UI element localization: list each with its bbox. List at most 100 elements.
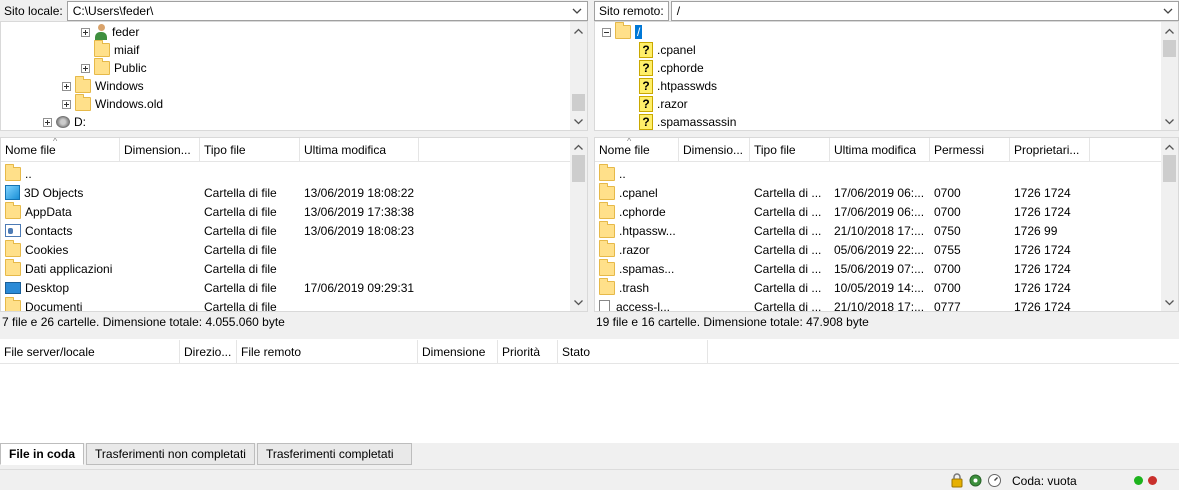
unknown-folder-icon: ? <box>639 60 653 76</box>
tree-item[interactable]: D: <box>43 113 86 130</box>
table-row[interactable]: Desktop Cartella di file 17/06/2019 09:29:… <box>1 278 440 297</box>
column-header-modified[interactable]: Ultima modifica <box>300 138 419 162</box>
tree-item[interactable]: ? .razor <box>639 95 688 113</box>
cell-text: 13/06/2019 17:38:38 <box>304 204 415 219</box>
tree-item[interactable]: / <box>602 22 643 41</box>
tree-item[interactable]: Windows.old <box>62 94 163 113</box>
tree-item[interactable]: ? .htpasswds <box>639 77 717 95</box>
local-path-value: C:\Users\feder\ <box>72 4 154 18</box>
column-header-local-file[interactable]: File server/locale <box>0 340 180 364</box>
speed-limit-icon[interactable] <box>987 473 1002 488</box>
expand-icon[interactable] <box>62 81 71 91</box>
column-header-name[interactable]: ^ Nome file <box>1 138 120 162</box>
tree-item[interactable]: feder <box>81 23 139 41</box>
column-header-permissions[interactable]: Permessi <box>930 138 1010 162</box>
contacts-icon <box>5 224 21 237</box>
column-header-type[interactable]: Tipo file <box>200 138 300 162</box>
expand-icon[interactable] <box>62 99 71 109</box>
expand-icon[interactable] <box>81 63 90 73</box>
expand-icon[interactable] <box>43 117 52 127</box>
scroll-thumb[interactable] <box>1163 155 1176 182</box>
table-row[interactable]: AppData Cartella di file 13/06/2019 17:38:… <box>1 202 440 221</box>
chevron-down-icon[interactable] <box>571 5 583 17</box>
local-path-combo[interactable]: C:\Users\feder\ <box>66 1 588 21</box>
folder-icon <box>615 22 631 39</box>
table-row[interactable]: .razor Cartella di ... 05/06/2019 22:... 07… <box>595 240 1090 259</box>
table-row[interactable]: .. <box>595 164 1090 183</box>
tree-item-label: .spamassassin <box>657 115 737 129</box>
chevron-down-icon[interactable] <box>1162 5 1174 17</box>
remote-list-scrollbar[interactable] <box>1161 138 1178 311</box>
cell-text: 0700 <box>934 261 961 276</box>
table-row[interactable]: .cpanel Cartella di ... 17/06/2019 06:... 0… <box>595 183 1090 202</box>
table-row[interactable]: access-l... Cartella di ... 21/10/2018 17:… <box>595 297 1090 311</box>
column-header-type[interactable]: Tipo file <box>750 138 830 162</box>
table-row[interactable]: .htpassw... Cartella di ... 21/10/2018 17:… <box>595 221 1090 240</box>
local-tree-scrollbar[interactable] <box>570 22 587 130</box>
tree-item[interactable]: ? .spamassassin <box>639 113 737 130</box>
column-header-name[interactable]: ^ Nome file <box>595 138 679 162</box>
lock-icon[interactable] <box>950 473 964 488</box>
cell-text: .spamas... <box>619 261 675 276</box>
remote-tree-scrollbar[interactable] <box>1161 22 1178 130</box>
column-header-priority[interactable]: Priorità <box>498 340 558 364</box>
scroll-down-icon[interactable] <box>1161 113 1178 130</box>
scroll-up-icon[interactable] <box>570 138 587 155</box>
table-row[interactable]: Contacts Cartella di file 13/06/2019 18:08… <box>1 221 440 240</box>
column-header-size[interactable]: Dimensione <box>418 340 498 364</box>
tab-queued-files[interactable]: File in coda <box>0 443 85 465</box>
table-row[interactable]: Documenti Cartella di file <box>1 297 440 312</box>
tree-item[interactable]: ? .cphorde <box>639 59 704 77</box>
scroll-up-icon[interactable] <box>1161 22 1178 39</box>
local-file-list[interactable]: ^ Nome file Dimension... Tipo file Ultima… <box>0 137 588 312</box>
collapse-icon[interactable] <box>602 27 611 37</box>
scroll-down-icon[interactable] <box>570 113 587 130</box>
cell-type: Cartella di ... <box>750 221 830 240</box>
column-header-size[interactable]: Dimension... <box>120 138 200 162</box>
local-tree[interactable]: feder miaif Public Windows Windows.old D… <box>0 21 588 131</box>
scroll-thumb[interactable] <box>572 155 585 182</box>
tree-item[interactable]: ? .cpanel <box>639 41 696 59</box>
tab-successful-transfers[interactable]: Trasferimenti completati <box>256 443 412 465</box>
gear-icon[interactable] <box>968 473 983 488</box>
folder-icon <box>94 58 110 75</box>
column-header-status[interactable]: Stato <box>558 340 708 364</box>
scroll-down-icon[interactable] <box>1161 294 1178 311</box>
column-header-modified[interactable]: Ultima modifica <box>830 138 930 162</box>
column-header-remote-file[interactable]: File remoto <box>237 340 418 364</box>
table-row[interactable]: Dati applicazioni Cartella di file <box>1 259 440 278</box>
expand-icon[interactable] <box>81 27 90 37</box>
local-list-scrollbar[interactable] <box>570 138 587 311</box>
tree-item[interactable]: Public <box>81 58 147 77</box>
table-row[interactable]: 3D Objects Cartella di file 13/06/2019 18:… <box>1 183 440 202</box>
table-row[interactable]: .trash Cartella di ... 10/05/2019 14:... 07… <box>595 278 1090 297</box>
tree-item[interactable]: Windows <box>62 76 144 95</box>
folder-icon <box>75 94 91 111</box>
desktop-icon <box>5 281 21 294</box>
cell-modified: 17/06/2019 09:29:31 <box>300 278 440 297</box>
scroll-up-icon[interactable] <box>1161 138 1178 155</box>
remote-file-list[interactable]: ^ Nome file Dimensio... Tipo file Ultima … <box>594 137 1179 312</box>
folder-icon <box>599 240 615 257</box>
tab-failed-transfers[interactable]: Trasferimenti non completati <box>86 443 255 465</box>
cell-modified: 10/05/2019 14:... <box>830 278 930 297</box>
column-header-owner[interactable]: Proprietari... <box>1010 138 1090 162</box>
remote-tree[interactable]: / ? .cpanel ? .cphorde ? .htpasswds ? .r… <box>594 21 1179 131</box>
table-row[interactable]: Cookies Cartella di file <box>1 240 440 259</box>
scroll-up-icon[interactable] <box>570 22 587 39</box>
table-row[interactable]: .. <box>1 164 440 183</box>
tree-item[interactable]: miaif <box>94 40 139 59</box>
column-header-size[interactable]: Dimensio... <box>679 138 750 162</box>
cell-text: Cartella di file <box>204 299 277 312</box>
remote-path-combo[interactable]: / <box>670 1 1179 21</box>
table-row[interactable]: .spamas... Cartella di ... 15/06/2019 07:.… <box>595 259 1090 278</box>
local-list-header: ^ Nome file Dimension... Tipo file Ultima… <box>1 138 572 162</box>
column-header-direction[interactable]: Direzio... <box>180 340 237 364</box>
cell-modified <box>300 240 440 259</box>
cell-text: 0755 <box>934 242 961 257</box>
table-row[interactable]: .cphorde Cartella di ... 17/06/2019 06:...… <box>595 202 1090 221</box>
cell-text: Cartella di ... <box>754 280 822 295</box>
scroll-thumb[interactable] <box>572 94 585 111</box>
scroll-down-icon[interactable] <box>570 294 587 311</box>
scroll-thumb[interactable] <box>1163 40 1176 57</box>
